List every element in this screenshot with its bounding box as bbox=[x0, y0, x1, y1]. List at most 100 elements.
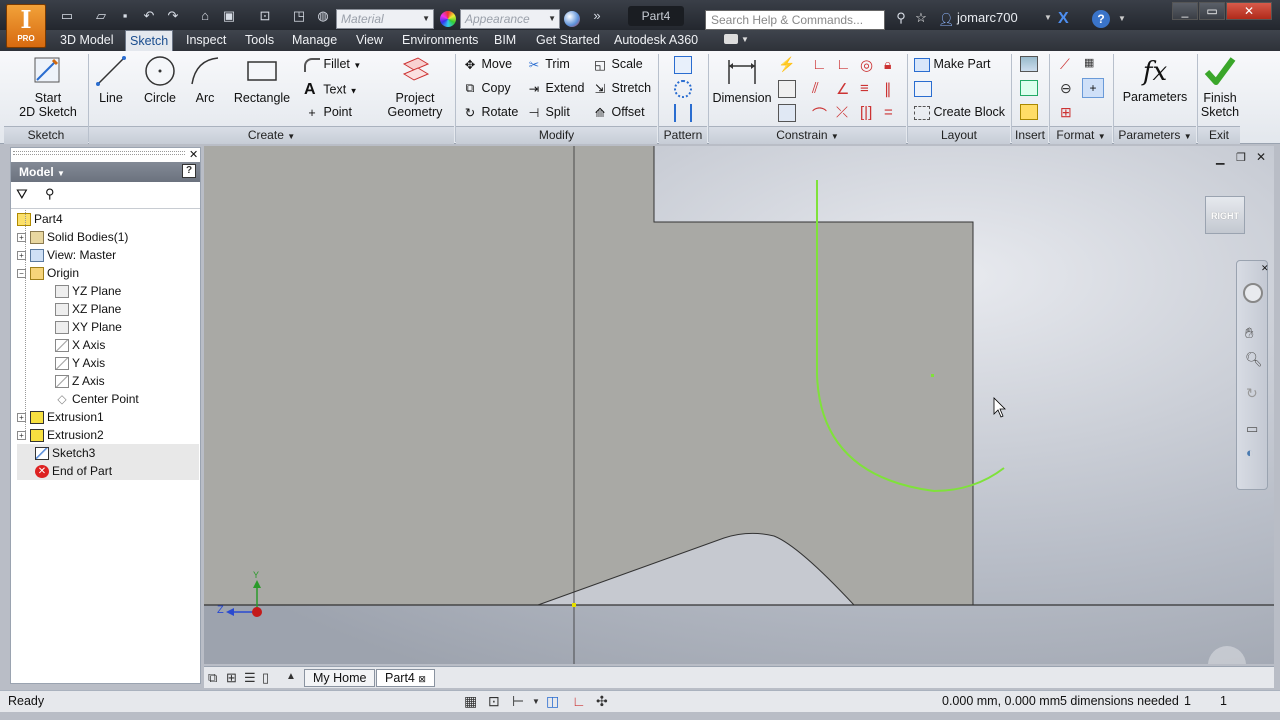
tree-item-y-axis[interactable]: Y Axis bbox=[55, 354, 105, 372]
appearance-combo[interactable]: Appearance ▼ bbox=[460, 9, 560, 29]
tab-my-home[interactable]: My Home bbox=[304, 669, 376, 687]
qat-overflow-icon[interactable]: » bbox=[588, 8, 606, 24]
center-point-toggle-icon[interactable]: + bbox=[1082, 78, 1104, 98]
ribbon-options-icon[interactable] bbox=[724, 34, 738, 44]
tree-item-xz-plane[interactable]: XZ Plane bbox=[55, 300, 121, 318]
dimension-button[interactable]: Dimension bbox=[712, 54, 772, 124]
redo-icon[interactable]: ↷ bbox=[164, 8, 182, 24]
viewcube[interactable]: RIGHT bbox=[1205, 196, 1245, 234]
move-button[interactable]: ✥ Move bbox=[462, 57, 512, 72]
arc-button[interactable]: Arc bbox=[188, 54, 222, 124]
navbar-close-icon[interactable]: ✕ bbox=[1261, 263, 1269, 274]
search-input[interactable]: Search Help & Commands... bbox=[705, 10, 885, 30]
graphics-viewport[interactable]: Z Y ▁ ❐ ✕ bbox=[204, 146, 1274, 664]
tree-item-sketch3[interactable]: Sketch3 bbox=[17, 444, 199, 462]
arrange-horizontal-icon[interactable]: ☰ bbox=[244, 670, 256, 686]
orbit-icon[interactable]: ↻ bbox=[1246, 385, 1258, 402]
display-icon[interactable]: ◳ bbox=[290, 8, 308, 24]
make-part-button[interactable]: Make Part bbox=[914, 57, 990, 72]
help-dropdown-icon[interactable]: ▼ bbox=[1118, 14, 1126, 23]
view-face-icon[interactable]: ◐ bbox=[1246, 445, 1254, 460]
new-file-icon[interactable]: ▭ bbox=[58, 8, 76, 24]
auto-dimension-icon[interactable]: ⚡ bbox=[778, 56, 796, 74]
copy-button[interactable]: ⧉ Copy bbox=[462, 81, 511, 96]
browser-grip[interactable] bbox=[13, 151, 185, 155]
point-button[interactable]: + Point bbox=[304, 105, 352, 120]
create-block-button[interactable]: Create Block bbox=[914, 105, 1005, 120]
pan-hand-icon[interactable]: ✋︎ bbox=[1245, 325, 1254, 342]
tab-tools[interactable]: Tools bbox=[241, 30, 278, 51]
vertical-constraint-icon[interactable]: ∥ bbox=[884, 80, 892, 98]
home-icon[interactable]: ⌂ bbox=[196, 8, 214, 24]
tree-item-part4[interactable]: Part4 bbox=[17, 210, 63, 228]
driven-dimension-icon[interactable]: ⊞ bbox=[1060, 104, 1072, 121]
tab-manage[interactable]: Manage bbox=[288, 30, 341, 51]
viewport-restore-icon[interactable]: ❐ bbox=[1236, 151, 1246, 164]
color-wheel-icon[interactable]: ◍ bbox=[314, 8, 332, 24]
tab-environments[interactable]: Environments bbox=[398, 30, 482, 51]
tile-icon[interactable]: ⊞ bbox=[226, 670, 237, 686]
save-icon[interactable]: ▪ bbox=[116, 8, 134, 24]
tangent-constraint-icon[interactable]: ∠ bbox=[836, 80, 849, 98]
select-icon[interactable]: ⊡ bbox=[256, 8, 274, 24]
coincident-constraint-icon[interactable]: ∟ bbox=[836, 56, 851, 73]
tab-bim[interactable]: BIM bbox=[490, 30, 520, 51]
show-format-icon[interactable]: ▦ bbox=[1084, 56, 1094, 69]
user-dropdown-icon[interactable]: ▼ bbox=[1044, 13, 1052, 22]
split-button[interactable]: ⊣ Split bbox=[526, 105, 570, 120]
tree-item-center-point[interactable]: ◇ Center Point bbox=[55, 390, 138, 408]
insert-acad-icon[interactable] bbox=[1020, 104, 1038, 120]
scale-button[interactable]: ◱ Scale bbox=[592, 57, 643, 72]
tree-item-z-axis[interactable]: Z Axis bbox=[55, 372, 105, 390]
cascade-icon[interactable]: ⧉ bbox=[208, 670, 217, 686]
zoom-icon[interactable]: 🔍︎ bbox=[1245, 351, 1263, 368]
construction-icon[interactable]: ⟋ bbox=[1060, 56, 1070, 73]
clear-appearance-icon[interactable] bbox=[564, 11, 580, 27]
mirror-icon[interactable] bbox=[674, 104, 692, 122]
tab-sketch[interactable]: Sketch bbox=[125, 30, 174, 51]
open-folder-icon[interactable]: ▱ bbox=[92, 8, 110, 24]
user-sign-in[interactable]: jomarc700 bbox=[957, 10, 1018, 25]
panel-parameters-label[interactable]: Parameters ▼ bbox=[1114, 126, 1196, 144]
relax-mode-icon[interactable] bbox=[778, 104, 796, 122]
grid-snap-icon[interactable]: ▦ bbox=[464, 693, 477, 710]
fix-constraint-icon[interactable]: 🔒︎ bbox=[884, 56, 891, 73]
arc-center-point[interactable] bbox=[931, 374, 934, 377]
parallel-constraint-icon[interactable]: ⫽ bbox=[812, 80, 819, 97]
material-combo[interactable]: Material ▼ bbox=[336, 9, 434, 29]
browser-help-icon[interactable]: ? bbox=[182, 164, 196, 178]
insert-image-icon[interactable] bbox=[1020, 56, 1038, 72]
horizontal-constraint-icon[interactable]: ⤫ bbox=[836, 104, 848, 121]
finish-sketch-button[interactable]: Finish Sketch bbox=[1200, 54, 1240, 124]
browser-close-icon[interactable]: ✕ bbox=[189, 148, 198, 161]
insert-points-icon[interactable] bbox=[1020, 80, 1038, 96]
dimension-display-icon[interactable]: ⊢ bbox=[512, 693, 524, 710]
minimize-button[interactable]: _ bbox=[1172, 2, 1198, 20]
arrange-vertical-icon[interactable]: ▯ bbox=[262, 670, 269, 686]
perpendicular-constraint-icon[interactable]: ∟ bbox=[812, 56, 827, 73]
parameters-button[interactable]: fx Parameters bbox=[1120, 54, 1190, 124]
tab-autodesk-a360[interactable]: Autodesk A360 bbox=[610, 30, 702, 51]
viewport-close-icon[interactable]: ✕ bbox=[1256, 150, 1266, 164]
tree-item-xy-plane[interactable]: XY Plane bbox=[55, 318, 122, 336]
panel-create-label[interactable]: Create ▼ bbox=[89, 126, 454, 144]
tree-item-extrusion1[interactable]: + Extrusion1 bbox=[17, 408, 104, 426]
circle-button[interactable]: Circle bbox=[140, 54, 180, 124]
rotate-button[interactable]: ↻ Rotate bbox=[462, 105, 519, 120]
rectangular-pattern-icon[interactable] bbox=[674, 56, 692, 74]
tab-inspect[interactable]: Inspect bbox=[182, 30, 230, 51]
tab-scroll-icon[interactable]: ▲ bbox=[286, 671, 296, 682]
degrees-of-freedom-icon[interactable]: ✣ bbox=[596, 693, 608, 710]
application-menu-button[interactable]: I PRO bbox=[6, 4, 46, 48]
look-at-icon[interactable]: ▭ bbox=[1246, 421, 1258, 437]
tab-get-started[interactable]: Get Started bbox=[532, 30, 604, 51]
slice-graphics-icon[interactable]: ◫ bbox=[546, 693, 559, 710]
tab-3d-model[interactable]: 3D Model bbox=[56, 30, 118, 51]
tree-item-yz-plane[interactable]: YZ Plane bbox=[55, 282, 121, 300]
update-icon[interactable]: ▣ bbox=[220, 8, 238, 24]
dimension-dropdown-icon[interactable]: ▼ bbox=[532, 697, 540, 706]
panel-format-label[interactable]: Format ▼ bbox=[1050, 126, 1112, 144]
collinear-constraint-icon[interactable]: ≡ bbox=[860, 80, 869, 97]
rectangle-button[interactable]: Rectangle bbox=[233, 54, 291, 124]
tree-item-origin[interactable]: − Origin bbox=[17, 264, 79, 282]
